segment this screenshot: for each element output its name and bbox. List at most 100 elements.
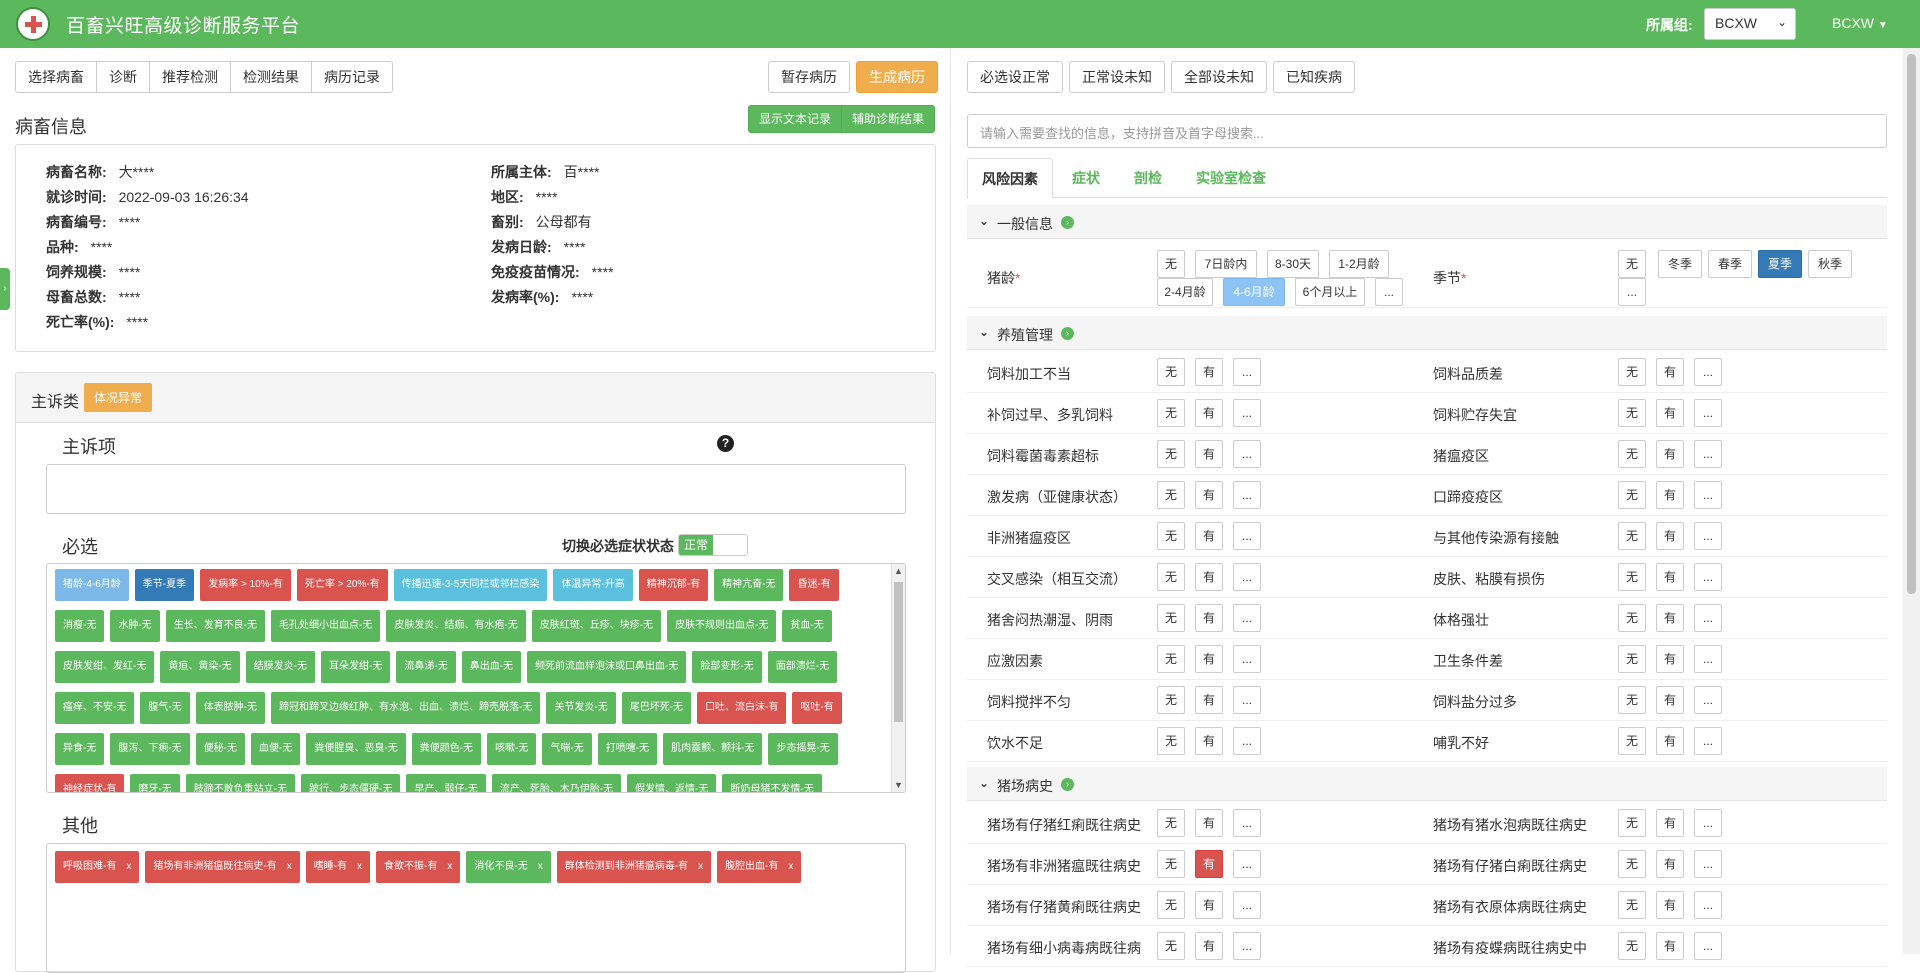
symptom-tag[interactable]: 口吐、流白沫-有 [697, 692, 787, 724]
option-yes[interactable]: 有 [1195, 686, 1223, 714]
arrow-circle-icon[interactable]: › [1061, 327, 1074, 340]
option-none[interactable]: 无 [1157, 645, 1185, 673]
option-yes[interactable]: 有 [1195, 809, 1223, 837]
option-none[interactable]: 无 [1618, 850, 1646, 878]
symptom-tag[interactable]: 精神沉郁-有 [638, 569, 709, 601]
option-more[interactable]: ... [1694, 522, 1722, 550]
option-yes[interactable]: 有 [1195, 481, 1223, 509]
symptom-tag[interactable]: 体温异常-升高 [553, 569, 633, 601]
symptom-tag[interactable]: 磨牙-无 [130, 774, 180, 792]
remove-icon[interactable]: x [788, 861, 793, 872]
option-yes[interactable]: 有 [1656, 686, 1684, 714]
season-option[interactable]: 夏季 [1758, 250, 1802, 278]
symptom-tag[interactable]: 流鼻涕-无 [396, 651, 456, 683]
symptom-tag[interactable]: 死亡率 > 20%-有 [296, 569, 388, 601]
symptom-tag[interactable]: 打喷嚏-无 [597, 733, 658, 765]
season-option[interactable]: 冬季 [1658, 250, 1702, 278]
option-none[interactable]: 无 [1157, 563, 1185, 591]
tab-case-records[interactable]: 病历记录 [311, 61, 393, 93]
arrow-circle-icon[interactable]: › [1061, 216, 1074, 229]
season-option[interactable]: ... [1618, 278, 1646, 306]
option-none[interactable]: 无 [1157, 850, 1185, 878]
option-more[interactable]: ... [1233, 481, 1261, 509]
symptom-tag[interactable]: 咳嗽-无 [487, 733, 537, 765]
group-header[interactable]: ⌄ 一般信息 › [967, 205, 1887, 239]
option-none[interactable]: 无 [1618, 563, 1646, 591]
symptom-tag[interactable]: 耳朵发绀-无 [321, 651, 391, 683]
symptom-tag[interactable]: 结膜发炎-无 [245, 651, 316, 683]
symptom-tag[interactable]: 断奶母猪不发情-无 [722, 774, 822, 792]
symptom-tag[interactable]: 流产、死胎、木乃伊胎-无 [491, 774, 622, 792]
remove-icon[interactable]: x [357, 861, 362, 872]
search-input[interactable]: 请输入需要查找的信息，支持拼音及首字母搜索... [967, 114, 1887, 148]
symptom-tag[interactable]: 皮肤不规则出血点-无 [667, 610, 777, 642]
option-more[interactable]: ... [1233, 522, 1261, 550]
option-yes[interactable]: 有 [1195, 522, 1223, 550]
season-option[interactable]: 秋季 [1808, 250, 1852, 278]
scroll-down-icon[interactable]: ▼ [894, 780, 903, 790]
option-none[interactable]: 无 [1618, 686, 1646, 714]
known-disease-button[interactable]: 已知疾病 [1273, 61, 1355, 93]
symptom-tag[interactable]: 假发情、返情-无 [627, 774, 717, 792]
option-none[interactable]: 无 [1618, 481, 1646, 509]
option-yes[interactable]: 有 [1195, 932, 1223, 960]
symptom-tag[interactable]: 消瘦-无 [55, 610, 105, 642]
option-more[interactable]: ... [1694, 850, 1722, 878]
symptom-tag[interactable]: 季节-夏季 [134, 569, 195, 601]
option-more[interactable]: ... [1694, 932, 1722, 960]
option-more[interactable]: ... [1233, 686, 1261, 714]
chevron-down-icon[interactable]: ⌄ [979, 776, 989, 790]
option-none[interactable]: 无 [1157, 891, 1185, 919]
show-text-record-button[interactable]: 显示文本记录 [748, 105, 843, 133]
symptom-tag[interactable]: 脸部变形-无 [692, 651, 762, 683]
age-option[interactable]: ... [1375, 278, 1403, 306]
option-more[interactable]: ... [1233, 809, 1261, 837]
symptom-tag[interactable]: 贫血-无 [782, 610, 832, 642]
option-yes[interactable]: 有 [1656, 645, 1684, 673]
option-more[interactable]: ... [1233, 727, 1261, 755]
option-none[interactable]: 无 [1618, 399, 1646, 427]
symptom-tag[interactable]: 腹泻、下痢-无 [110, 733, 190, 765]
option-yes[interactable]: 有 [1656, 522, 1684, 550]
symptom-tag[interactable]: 血便-无 [251, 733, 301, 765]
option-more[interactable]: ... [1694, 686, 1722, 714]
symptom-tag[interactable]: 跛行、步态僵硬-无 [301, 774, 401, 792]
page-scroll-thumb[interactable] [1907, 54, 1916, 594]
condition-badge[interactable]: 体况异常 [84, 383, 153, 412]
option-more[interactable]: ... [1233, 604, 1261, 632]
symptom-tag[interactable]: 粪便腥臭、恶臭-无 [306, 733, 406, 765]
help-icon[interactable]: ? [717, 435, 734, 452]
symptom-tag[interactable]: 面部溃烂-无 [767, 651, 838, 683]
option-yes[interactable]: 有 [1656, 440, 1684, 468]
remove-icon[interactable]: x [287, 861, 292, 872]
option-more[interactable]: ... [1233, 932, 1261, 960]
option-more[interactable]: ... [1233, 563, 1261, 591]
option-none[interactable]: 无 [1618, 891, 1646, 919]
symptom-tag[interactable]: 水肿-无 [110, 610, 160, 642]
chevron-down-icon[interactable]: ⌄ [979, 325, 989, 339]
option-yes[interactable]: 有 [1656, 604, 1684, 632]
option-none[interactable]: 无 [1618, 604, 1646, 632]
option-yes[interactable]: 有 [1656, 563, 1684, 591]
symptom-tag[interactable]: 粪便颜色-无 [411, 733, 482, 765]
tab-select-animal[interactable]: 选择病畜 [15, 61, 97, 93]
option-more[interactable]: ... [1694, 645, 1722, 673]
option-more[interactable]: ... [1694, 727, 1722, 755]
season-option[interactable]: 春季 [1708, 250, 1752, 278]
save-draft-button[interactable]: 暂存病历 [768, 61, 850, 93]
other-symptom-tag[interactable]: 消化不良-无 x [466, 851, 551, 883]
symptom-tag[interactable]: 步态摇晃-无 [768, 733, 838, 765]
scroll-up-icon[interactable]: ▲ [894, 566, 903, 576]
symptom-tag[interactable]: 精神亢奋-无 [714, 569, 784, 601]
option-more[interactable]: ... [1233, 850, 1261, 878]
tab-lab-tests[interactable]: 实验室检查 [1196, 158, 1266, 198]
option-none[interactable]: 无 [1618, 440, 1646, 468]
option-more[interactable]: ... [1694, 440, 1722, 468]
required-status-toggle[interactable]: 正常 [678, 534, 748, 556]
user-menu[interactable]: BCXW ▼ [1832, 15, 1888, 31]
option-none[interactable]: 无 [1157, 358, 1185, 386]
symptom-tag[interactable]: 气喘-无 [542, 733, 592, 765]
option-yes[interactable]: 有 [1656, 932, 1684, 960]
option-more[interactable]: ... [1233, 891, 1261, 919]
scroll-thumb[interactable] [894, 582, 903, 722]
